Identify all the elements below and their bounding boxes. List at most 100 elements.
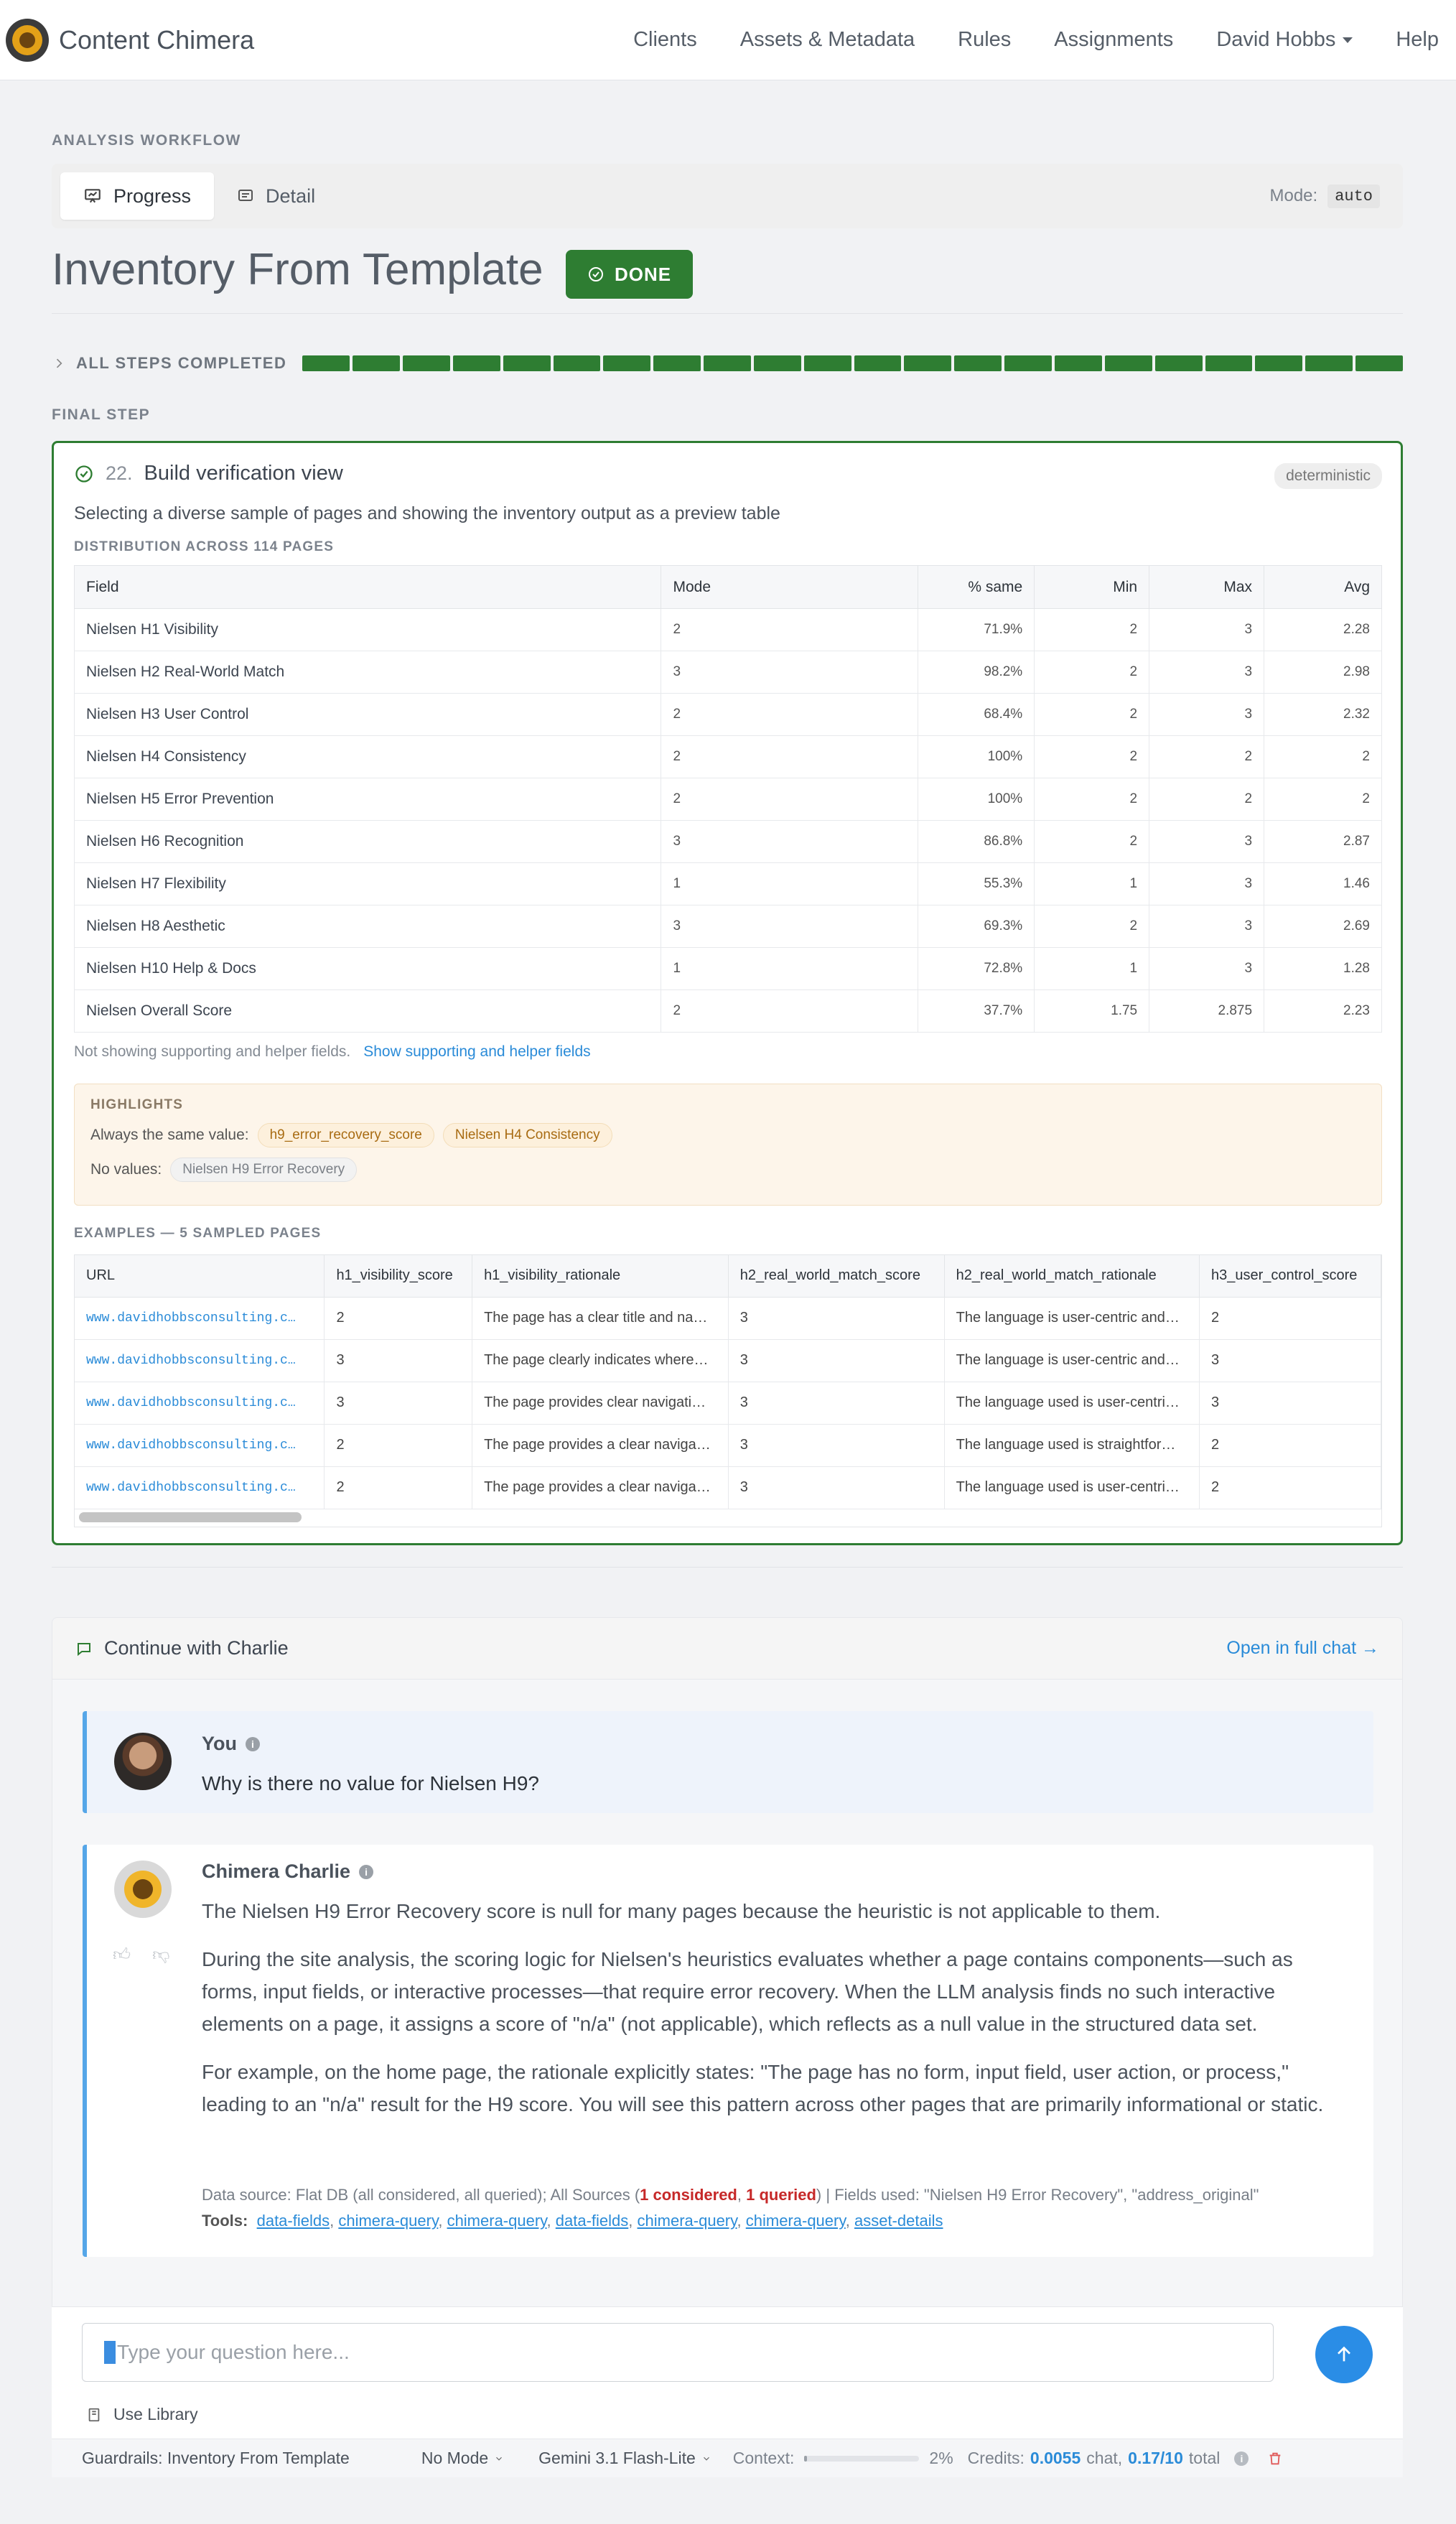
column-header[interactable]: h1_visibility_score [324,1255,473,1298]
table-cell: 2 [661,735,919,778]
column-header[interactable]: Max [1149,565,1265,609]
column-header[interactable]: Min [1034,565,1150,609]
progress-segment [854,355,902,371]
tool-link[interactable]: chimera-query [638,2212,737,2230]
column-header[interactable]: h2_real_world_match_rationale [944,1255,1200,1298]
progress-segment [603,355,651,371]
chevron-right-icon[interactable] [52,356,66,371]
distribution-table: Field Mode% same Min Max Avg Nielsen H1 Visi… [73,565,1382,1033]
trash-icon[interactable] [1267,2451,1283,2467]
queried-count: 1 queried [746,2186,816,2204]
chat-header: Continue with Charlie Open in full chat … [52,1618,1402,1680]
table-cell: 2.87 [1264,820,1382,863]
column-header[interactable]: h1_visibility_rationale [472,1255,729,1298]
info-icon[interactable]: i [1234,2451,1249,2466]
nav-assignments[interactable]: Assignments [1054,28,1173,52]
chat-question-input[interactable]: Type your question here... [82,2323,1274,2382]
send-button[interactable] [1315,2326,1373,2383]
steps-progress-row[interactable]: ALL STEPS COMPLETED [52,352,1403,375]
table-cell: 2 [1034,778,1150,821]
text-cursor [104,2341,116,2364]
horizontal-scrollbar[interactable] [79,1512,302,1522]
use-library-button[interactable]: Use Library [86,2405,198,2424]
progress-segment [302,355,350,371]
context-bar [804,2455,920,2462]
nav-clients[interactable]: Clients [633,28,697,52]
table-cell: 2 [1149,778,1265,821]
column-header[interactable]: URL [75,1255,325,1298]
workflow-section-label: ANALYSIS WORKFLOW [52,132,241,149]
progress-segment [1305,355,1353,371]
open-full-chat-link[interactable]: Open in full chat → [1226,1638,1379,1659]
tool-link[interactable]: data-fields [257,2212,330,2230]
table-cell: 2 [661,693,919,736]
table-cell: 3 [324,1339,473,1382]
info-icon[interactable]: i [359,1864,374,1879]
progress-segment [1355,355,1403,371]
app-name: Content Chimera [59,24,255,55]
message-list-icon [238,190,253,201]
credits: Credits: 0.0055 chat, 0.17/10 total [968,2449,1221,2468]
tool-link[interactable]: chimera-query [338,2212,438,2230]
steps-label: ALL STEPS COMPLETED [76,354,287,372]
mode-select[interactable]: No Mode [421,2449,504,2468]
table-row: Nielsen H4 Consistency 2 100% 2 2 2 [73,735,1382,778]
show-helper-fields-link[interactable]: Show supporting and helper fields [363,1043,590,1060]
table-cell: 2.28 [1264,608,1382,651]
nav-user-menu[interactable]: David Hobbs [1216,28,1353,52]
use-library-label: Use Library [113,2405,198,2423]
column-header[interactable]: % same [918,565,1035,609]
table-cell: 2.32 [1264,693,1382,736]
thumbs-down-icon[interactable]: 👎︎ [152,1945,169,1965]
progress-segment [1205,355,1253,371]
mode-indicator: Mode: auto [1269,184,1394,208]
url-link[interactable]: www.davidhobbsconsulting.c… [75,1297,325,1340]
column-header[interactable]: Field [73,565,662,609]
url-link[interactable]: www.davidhobbsconsulting.c… [75,1339,325,1382]
tool-link[interactable]: data-fields [556,2212,629,2230]
table-cell: Nielsen H3 User Control [73,693,662,736]
progress-segment [503,355,551,371]
table-cell: 3 [1149,651,1265,694]
user-name: David Hobbs [1216,28,1336,51]
assistant-name-label: Chimera Charlie [202,1861,351,1882]
table-cell: 3 [1149,608,1265,651]
assistant-message-body: The Nielsen H9 Error Recovery score is n… [202,1895,1350,2136]
model-select[interactable]: Gemini 3.1 Flash-Lite [538,2449,711,2468]
nav-help[interactable]: Help [1396,28,1439,52]
progress-segment [403,355,450,371]
column-header[interactable]: Mode [661,565,919,609]
distribution-label: DISTRIBUTION ACROSS 114 PAGES [74,539,335,554]
tool-link[interactable]: chimera-query [447,2212,547,2230]
nav-assets-metadata[interactable]: Assets & Metadata [740,28,915,52]
url-link[interactable]: www.davidhobbsconsulting.c… [75,1424,325,1467]
credits-label: Credits: [967,2449,1025,2467]
chart-board-icon [85,189,101,203]
table-cell: Nielsen H5 Error Prevention [73,778,662,821]
table-cell: 2 [324,1424,473,1467]
thumbs-up-icon[interactable]: 👍︎ [113,1945,131,1965]
column-header[interactable]: Avg [1264,565,1382,609]
url-link[interactable]: www.davidhobbsconsulting.c… [75,1382,325,1425]
highlights-label: HIGHLIGHTS [90,1097,184,1112]
tab-progress[interactable]: Progress [60,172,215,220]
nav-rules[interactable]: Rules [958,28,1011,52]
tool-link[interactable]: chimera-query [746,2212,846,2230]
assistant-paragraph: During the site analysis, the scoring lo… [202,1948,1293,2035]
tool-link[interactable]: asset-details [854,2212,943,2230]
progress-segment [653,355,701,371]
table-cell: 100% [918,778,1035,821]
table-cell: 3 [1199,1382,1381,1425]
examples-table-scroll[interactable]: URL h1_visibility_score h1_visibility_rati… [74,1254,1382,1527]
column-header[interactable]: h2_real_world_match_score [728,1255,945,1298]
tools-label: Tools: [202,2212,248,2230]
table-cell: 100% [918,735,1035,778]
url-link[interactable]: www.davidhobbsconsulting.c… [75,1466,325,1509]
brand[interactable]: Content Chimera [6,18,255,62]
table-cell: 2.875 [1149,989,1265,1033]
examples-label: EXAMPLES — 5 SAMPLED PAGES [74,1226,322,1241]
column-header[interactable]: h3_user_control_score [1199,1255,1381,1298]
info-icon[interactable]: i [246,1736,260,1751]
table-cell: 2 [661,989,919,1033]
tab-detail[interactable]: Detail [214,172,338,220]
